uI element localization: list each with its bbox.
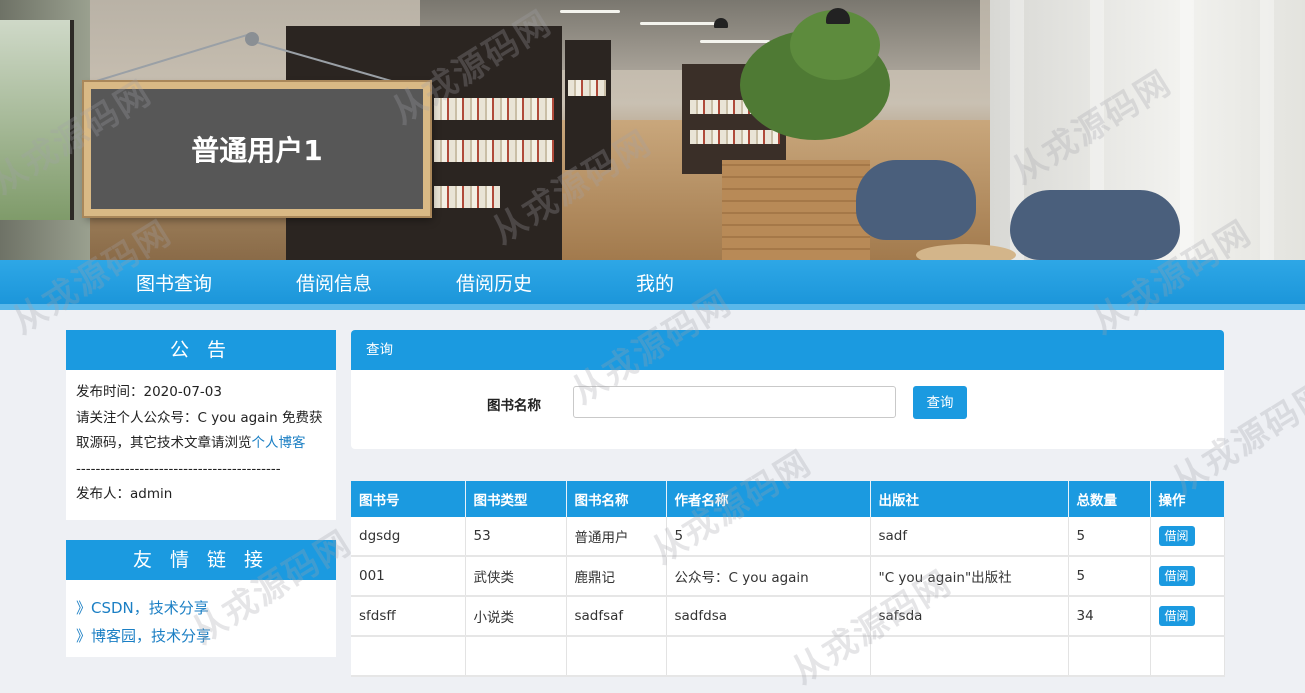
table-row: sfdsff 小说类 sadfsaf sadfdsa safsda 34 借阅 (351, 596, 1225, 637)
col-author: 作者名称 (666, 481, 871, 517)
cell-publisher: sadf (870, 517, 1069, 557)
cell-book-id: dgsdg (351, 517, 466, 557)
table-row (351, 636, 1225, 677)
curtain (1260, 0, 1274, 260)
notice-divider: ----------------------------------------… (76, 460, 281, 477)
books (568, 80, 606, 96)
col-action: 操作 (1150, 481, 1225, 517)
notice-body: 发布时间：2020-07-03 请关注个人公众号：C you again 免费获… (66, 370, 336, 520)
banner-window (0, 20, 74, 220)
notice-publisher: 发布人：admin (76, 486, 173, 502)
cell-author (666, 636, 871, 677)
nav-mine[interactable]: 我的 (636, 260, 674, 304)
link-csdn[interactable]: 》CSDN，技术分享 (76, 594, 326, 622)
cell-book-id: sfdsff (351, 596, 466, 637)
header-banner: 普通用户1 (0, 0, 1305, 260)
cell-action: 借阅 (1150, 517, 1225, 557)
main-nav: 图书查询 借阅信息 借阅历史 我的 (0, 260, 1305, 310)
cell-book-type: 武侠类 (465, 556, 567, 597)
book-name-label: 图书名称 (487, 398, 541, 414)
query-panel: 查询 图书名称 查询 (351, 330, 1224, 449)
ceiling-light (700, 40, 770, 43)
links-body: 》CSDN，技术分享 》博客园，技术分享 (66, 580, 336, 657)
board-string (89, 32, 253, 84)
col-book-name: 图书名称 (566, 481, 667, 517)
col-total: 总数量 (1068, 481, 1151, 517)
nav-borrow-info[interactable]: 借阅信息 (296, 260, 372, 304)
cell-book-type: 小说类 (465, 596, 567, 637)
cell-book-name: 普通用户 (566, 517, 667, 557)
col-publisher: 出版社 (870, 481, 1069, 517)
cell-book-name: sadfsaf (566, 596, 667, 637)
board-pin (245, 32, 259, 46)
blog-link[interactable]: 个人博客 (252, 435, 306, 451)
cell-book-type: 53 (465, 517, 567, 557)
cell-total: 5 (1068, 556, 1151, 597)
cell-action: 借阅 (1150, 596, 1225, 637)
col-book-type: 图书类型 (465, 481, 567, 517)
borrow-button[interactable]: 借阅 (1158, 526, 1195, 546)
notice-publish-time: 发布时间：2020-07-03 (76, 384, 222, 400)
links-title: 友 情 链 接 (66, 540, 336, 580)
cell-total: 5 (1068, 517, 1151, 557)
book-table: 图书号 图书类型 图书名称 作者名称 出版社 总数量 操作 dgsdg 53 普… (351, 481, 1225, 677)
book-name-input[interactable] (573, 386, 896, 418)
planter (722, 160, 870, 260)
cell-author: 公众号：C you again (666, 556, 871, 597)
borrow-button[interactable]: 借阅 (1158, 566, 1195, 586)
link-cnblogs[interactable]: 》博客园，技术分享 (76, 622, 326, 650)
table-row: 001 武侠类 鹿鼎记 公众号：C you again "C you again… (351, 556, 1225, 597)
cell-total: 34 (1068, 596, 1151, 637)
notice-title: 公 告 (66, 330, 336, 370)
cell-total (1068, 636, 1151, 677)
cell-book-name: 鹿鼎记 (566, 556, 667, 597)
nav-borrow-history[interactable]: 借阅历史 (456, 260, 532, 304)
ceiling-light (560, 10, 620, 13)
chair (1010, 190, 1180, 260)
cell-author: 5 (666, 517, 871, 557)
books (434, 140, 554, 162)
borrow-button[interactable]: 借阅 (1158, 606, 1195, 626)
cell-publisher: safsda (870, 596, 1069, 637)
bookshelf (565, 40, 611, 170)
chair (856, 160, 976, 240)
cell-action (1150, 636, 1225, 677)
user-board: 普通用户1 (84, 82, 430, 216)
round-table (916, 244, 1016, 260)
col-book-id: 图书号 (351, 481, 466, 517)
books (434, 186, 500, 208)
ceiling-light (640, 22, 720, 25)
user-title: 普通用户1 (191, 134, 323, 167)
notice-content: 请关注个人公众号：C you again 免费获取源码，其它技术文章请浏览个人博… (76, 406, 326, 457)
curtain (1180, 0, 1194, 260)
table-header-row: 图书号 图书类型 图书名称 作者名称 出版社 总数量 操作 (351, 481, 1225, 517)
cell-publisher: "C you again"出版社 (870, 556, 1069, 597)
query-button[interactable]: 查询 (913, 386, 967, 419)
cell-book-id: 001 (351, 556, 466, 597)
table-row: dgsdg 53 普通用户 5 sadf 5 借阅 (351, 517, 1225, 557)
query-header: 查询 (351, 330, 1224, 370)
books (434, 98, 554, 120)
cell-publisher (870, 636, 1069, 677)
cell-author: sadfdsa (666, 596, 871, 637)
cell-action: 借阅 (1150, 556, 1225, 597)
nav-book-search[interactable]: 图书查询 (136, 260, 212, 304)
pendant-lamp (714, 18, 728, 28)
books (690, 130, 780, 144)
cell-book-type (465, 636, 567, 677)
cell-book-name (566, 636, 667, 677)
cell-book-id (351, 636, 466, 677)
